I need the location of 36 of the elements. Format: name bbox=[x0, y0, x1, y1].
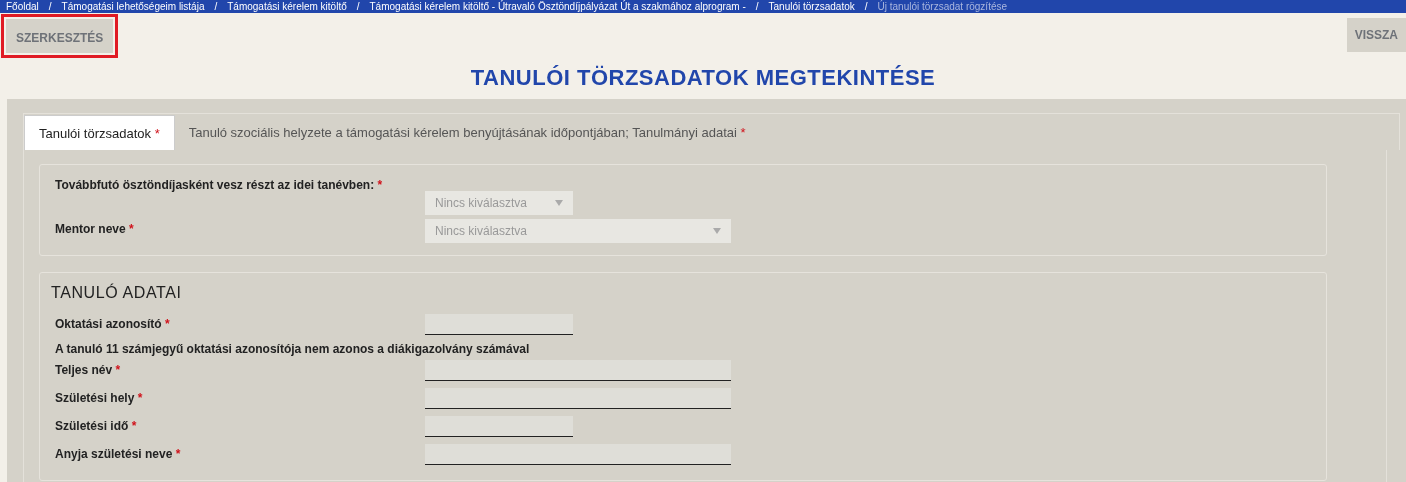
breadcrumb-link[interactable]: Támogatási kérelem kitöltő - Útravaló Ösztöndíjpályázat Út a szakmához alprogram - bbox=[369, 0, 746, 13]
breadcrumb-link[interactable]: Tanulói törzsadatok bbox=[768, 0, 855, 13]
required-mark: * bbox=[165, 317, 170, 331]
required-mark: * bbox=[115, 363, 121, 377]
page-title: TANULÓI TÖRZSADATOK MEGTEKINTÉSE bbox=[469, 65, 937, 91]
field-label: Oktatási azonosító * bbox=[55, 316, 171, 331]
input-field[interactable] bbox=[425, 444, 731, 465]
breadcrumb-link[interactable]: Támogatási kérelem kitöltő bbox=[227, 0, 347, 13]
field-label: Teljes név * bbox=[55, 362, 122, 377]
required-mark: * bbox=[175, 447, 181, 461]
field-label: Anyja születési neve * bbox=[55, 446, 182, 461]
breadcrumb-separator: / bbox=[864, 0, 868, 13]
breadcrumb-link[interactable]: Főoldal bbox=[6, 0, 39, 13]
breadcrumb-separator: / bbox=[356, 0, 360, 13]
breadcrumb-separator: / bbox=[755, 0, 759, 13]
field-label: Mentor neve * bbox=[55, 221, 135, 236]
tab[interactable]: Tanuló szociális helyzete a támogatási kérelem benyújtásának időpontjában; Tanulmányi adatai * bbox=[174, 115, 760, 150]
field-label: Továbbfutó ösztöndíjasként vesz részt az idei tanévben: * bbox=[55, 177, 384, 192]
caret-icon bbox=[713, 228, 721, 234]
required-mark: * bbox=[137, 391, 143, 405]
caret-icon bbox=[555, 200, 563, 206]
section-title: TANULÓ ADATAI bbox=[51, 284, 183, 302]
field-label: Születési hely * bbox=[55, 390, 144, 405]
breadcrumb-link[interactable]: Támogatási lehetőségeim listája bbox=[61, 0, 205, 13]
required-mark: * bbox=[129, 222, 134, 236]
breadcrumb-separator: / bbox=[214, 0, 218, 13]
input-field[interactable] bbox=[425, 360, 731, 381]
hint-text: A tanuló 11 számjegyű oktatási azonosítója nem azonos a diákigazolvány számával bbox=[55, 342, 531, 356]
required-mark: * bbox=[131, 419, 137, 433]
input-field[interactable] bbox=[425, 314, 573, 335]
input-field[interactable] bbox=[425, 388, 731, 409]
breadcrumb-separator: / bbox=[48, 0, 52, 13]
field-label: Születési idő * bbox=[55, 418, 138, 433]
tab[interactable]: Tanulói törzsadatok * bbox=[24, 115, 175, 150]
required-mark: * bbox=[377, 178, 383, 192]
input-field[interactable] bbox=[425, 416, 573, 437]
